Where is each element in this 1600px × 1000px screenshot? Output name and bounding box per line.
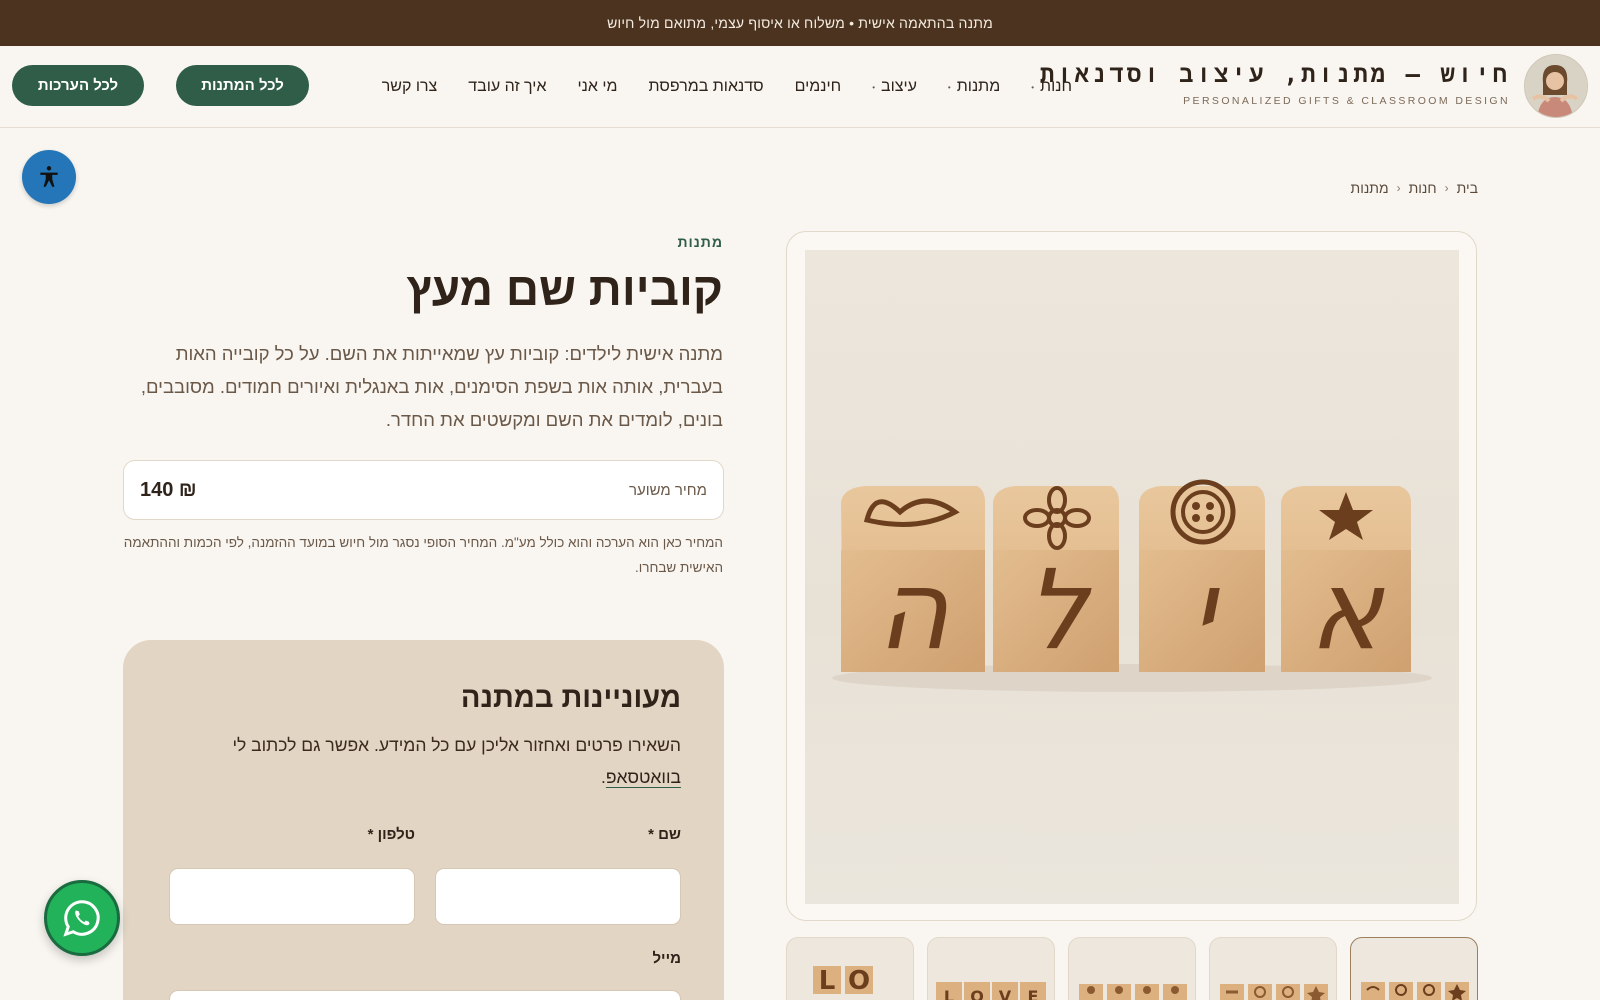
breadcrumb: בית ‹ חנות ‹ מתנות [1351, 180, 1478, 196]
nav-item-label: חנות [1040, 78, 1072, 95]
name-input[interactable] [435, 868, 681, 925]
avatar-illustration-icon [1525, 55, 1587, 117]
svg-text:V: V [999, 987, 1012, 1000]
dropdown-dot-icon: • [947, 82, 951, 92]
wooden-name-cubes-image: ה ל י א [832, 479, 1432, 692]
thumbnail-4[interactable] [1209, 937, 1337, 1000]
product-main-image[interactable]: ה ל י א [805, 250, 1459, 904]
chevron-left-icon: ‹ [1444, 181, 1449, 195]
product-title: קוביות שם מעץ [406, 263, 723, 315]
breadcrumb-home[interactable]: בית [1457, 180, 1478, 196]
site-header: חיוש – מתנות, עיצוב וסדנאות PERSONALIZED… [0, 46, 1600, 128]
nav-item-label: סדנאות במרפסת [648, 78, 764, 95]
thumbnail-1[interactable]: L O [786, 937, 914, 1000]
nav-item-gifts[interactable]: מתנות • [948, 78, 1000, 96]
email-input[interactable] [169, 990, 681, 1000]
product-description: מתנה אישית לילדים: קוביות עץ שמאייתות את… [140, 343, 723, 430]
brand-title: חיוש – מתנות, עיצוב וסדנאות [1039, 60, 1510, 88]
dropdown-dot-icon: • [872, 82, 875, 92]
phone-label: טלפון * [367, 826, 415, 843]
whatsapp-button[interactable] [44, 880, 120, 956]
nav-item-label: מי אני [577, 78, 618, 95]
product-category[interactable]: מתנות [677, 234, 723, 250]
svg-text:L: L [944, 987, 954, 1000]
interest-form-card: מעוניינות במתנה השאירו פרטים ואחזור אליכ… [123, 640, 724, 1000]
svg-text:E: E [1028, 987, 1039, 1000]
svg-text:ל: ל [1026, 546, 1092, 674]
thumbnail-image [1220, 984, 1328, 1000]
announcement-text: מתנה בהתאמה אישית • משלוח או איסוף עצמי,… [607, 15, 993, 31]
thumbnail-2[interactable]: L O V E [927, 937, 1055, 1000]
svg-text:ה: ה [877, 546, 949, 674]
nav-item-label: צרו קשר [381, 78, 438, 95]
thumbnail-image [1079, 984, 1187, 1000]
gallery-thumbnails: L O L O V E [786, 937, 1478, 1000]
announcement-bar: מתנה בהתאמה אישית • משלוח או איסוף עצמי,… [0, 0, 1600, 46]
form-title: מעוניינות במתנה [460, 682, 681, 714]
nav-item-workshops[interactable]: סדנאות במרפסת [649, 78, 764, 96]
nav-item-freebies[interactable]: חינמים [795, 78, 842, 96]
whatsapp-link[interactable]: בוואטסאפ [606, 767, 681, 787]
form-desc-text: השאירו פרטים ואחזור אליכן עם כל המידע. א… [232, 735, 681, 755]
cube-yod: י [1139, 479, 1265, 674]
form-description: השאירו פרטים ואחזור אליכן עם כל המידע. א… [221, 729, 681, 793]
name-label: שם * [648, 826, 681, 843]
phone-input[interactable] [169, 868, 415, 925]
nav-item-label: איך זה עובד [468, 78, 547, 95]
breadcrumb-current: מתנות [1350, 180, 1389, 196]
thumbnail-image: L O V E [936, 982, 1046, 1000]
nav-item-label: חינמים [794, 78, 842, 95]
svg-text:א: א [1309, 546, 1385, 674]
price-box: מחיר משוער 140 ₪ [123, 460, 724, 520]
nav-item-label: עיצוב [881, 78, 917, 95]
brand-logo[interactable] [1524, 54, 1588, 118]
accessibility-icon [40, 166, 58, 187]
main-nav: חנות • מתנות • עיצוב • חינמים סדנאות במר… [382, 46, 1072, 128]
nav-item-how-it-works[interactable]: איך זה עובד [468, 78, 546, 96]
cube-he: ה [841, 486, 985, 674]
all-kits-button[interactable]: לכל הערכות [12, 65, 144, 106]
product-gallery: ה ל י א [786, 231, 1477, 921]
whatsapp-icon [63, 900, 100, 937]
chevron-left-icon: ‹ [1396, 181, 1401, 195]
nav-item-design[interactable]: עיצוב • [872, 78, 917, 96]
dropdown-dot-icon: • [1031, 82, 1035, 92]
svg-text:L: L [819, 966, 836, 996]
brand-block[interactable]: חיוש – מתנות, עיצוב וסדנאות PERSONALIZED… [1040, 60, 1510, 107]
price-value: 140 ₪ [140, 478, 197, 501]
brand-subtitle: PERSONALIZED GIFTS & CLASSROOM DESIGN [1183, 95, 1510, 107]
svg-text:O: O [848, 966, 870, 996]
thumbnail-3[interactable] [1068, 937, 1196, 1000]
nav-item-shop[interactable]: חנות • [1031, 78, 1072, 96]
all-gifts-button[interactable]: לכל המתנות [176, 65, 309, 106]
thumbnail-image [1361, 982, 1469, 1000]
thumbnail-5-active[interactable] [1350, 937, 1478, 1000]
price-note: המחיר כאן הוא הערכה והוא כולל מע"מ. המחי… [123, 535, 723, 575]
thumbnail-image: L O [813, 966, 873, 996]
cube-alef: א [1281, 486, 1411, 674]
accessibility-button[interactable] [22, 150, 76, 204]
nav-item-label: מתנות [956, 78, 1001, 95]
price-label: מחיר משוער [628, 481, 707, 499]
email-label: מייל [652, 950, 681, 967]
breadcrumb-shop[interactable]: חנות [1409, 180, 1437, 196]
nav-item-contact[interactable]: צרו קשר [382, 78, 438, 96]
cube-lamed: ל [993, 486, 1119, 674]
nav-item-about[interactable]: מי אני [577, 78, 617, 96]
svg-text:O: O [970, 987, 984, 1000]
